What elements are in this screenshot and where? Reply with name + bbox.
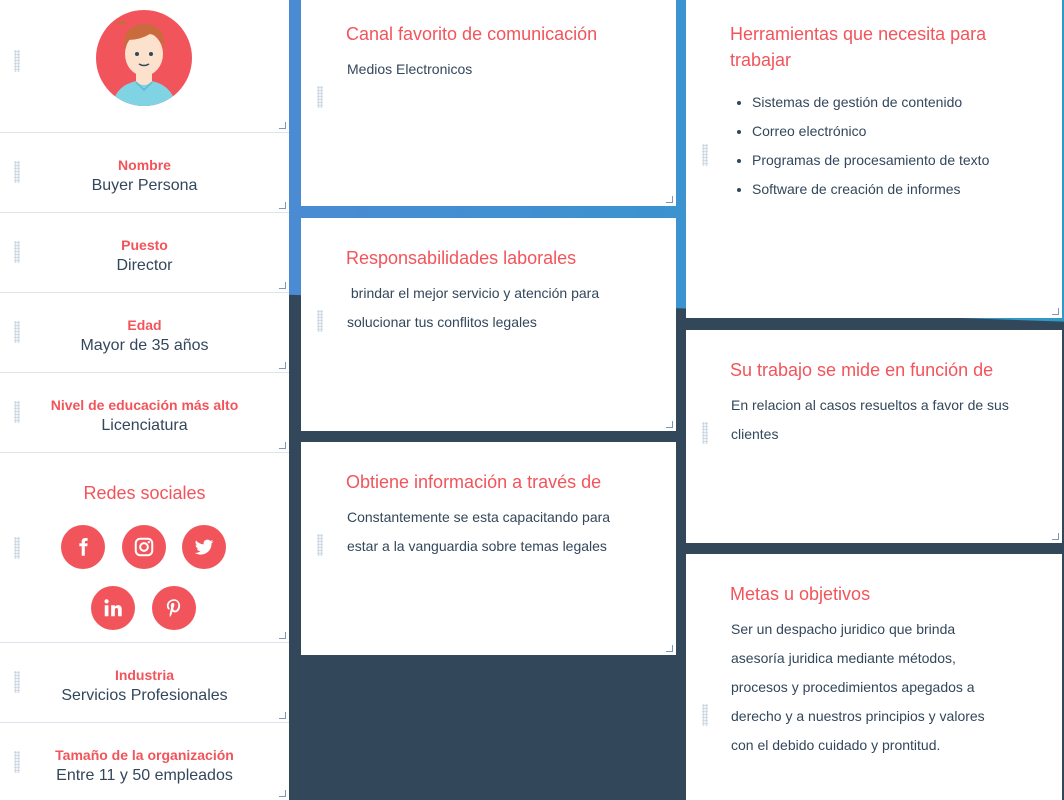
metas-text: Ser un despacho juridico que brinda ases… (731, 615, 985, 760)
edad-label: Edad (127, 317, 162, 333)
drag-handle[interactable] (317, 310, 323, 332)
instagram-icon[interactable] (122, 525, 166, 569)
herramientas-title-line: Herramientas que necesita para (730, 24, 987, 44)
persona-avatar-icon (112, 20, 176, 106)
metas-line: derecho y a nuestros principios y valore… (731, 708, 985, 724)
edad-module[interactable]: Edad Mayor de 35 años (0, 293, 289, 373)
nombre-label: Nombre (118, 157, 171, 173)
tamano-value: Entre 11 y 50 empleados (56, 767, 233, 784)
resize-handle-icon[interactable] (1052, 308, 1059, 315)
canal-text: Medios Electronicos (347, 61, 473, 77)
medicion-title: Su trabajo se mide en función de (730, 360, 994, 380)
profile-sidebar: Nombre Buyer Persona Puesto Director Eda… (0, 0, 289, 800)
industria-label: Industria (114, 667, 175, 683)
resize-handle-icon[interactable] (279, 790, 286, 797)
metas-line: asesoría juridica mediante métodos, (731, 650, 956, 666)
informacion-text: Constantemente se esta capacitando para … (347, 503, 610, 561)
medicion-card[interactable]: Su trabajo se mide en función de En rela… (686, 330, 1062, 543)
redes-sociales-title: Redes sociales (83, 483, 206, 503)
facebook-icon[interactable] (61, 525, 105, 569)
avatar-module[interactable] (0, 0, 289, 133)
responsabilidades-card[interactable]: Responsabilidades laborales brindar el m… (301, 218, 676, 431)
twitter-icon[interactable] (182, 525, 226, 569)
puesto-label: Puesto (121, 237, 168, 253)
educacion-value: Licenciatura (101, 417, 188, 434)
resize-handle-icon[interactable] (666, 421, 673, 428)
resize-handle-icon[interactable] (279, 282, 286, 289)
resize-handle-icon[interactable] (279, 122, 286, 129)
canal-card[interactable]: Canal favorito de comunicación Medios El… (301, 0, 676, 206)
resize-handle-icon[interactable] (666, 645, 673, 652)
informacion-title: Obtiene información a través de (346, 472, 602, 492)
medicion-text: En relacion al casos resueltos a favor d… (731, 391, 1009, 449)
edad-value: Mayor de 35 años (80, 337, 209, 354)
herramientas-list-item: Correo electrónico (752, 117, 989, 146)
herramientas-card[interactable]: Herramientas que necesita para trabajar … (686, 0, 1062, 318)
drag-handle[interactable] (702, 144, 708, 166)
nombre-module[interactable]: Nombre Buyer Persona (0, 133, 289, 213)
redes-sociales-module[interactable]: Redes sociales (0, 453, 289, 643)
resize-handle-icon[interactable] (279, 632, 286, 639)
responsabilidades-text: brindar el mejor servicio y atención par… (347, 279, 599, 337)
drag-handle[interactable] (317, 86, 323, 108)
puesto-value: Director (116, 257, 173, 274)
metas-line: procesos y procedimientos apegados a (731, 679, 975, 695)
pinterest-icon[interactable] (152, 586, 196, 630)
drag-handle[interactable] (14, 537, 20, 559)
herramientas-list-item: Sistemas de gestión de contenido (752, 88, 989, 117)
nombre-value: Buyer Persona (91, 177, 198, 194)
resize-handle-icon[interactable] (279, 712, 286, 719)
herramientas-list: Sistemas de gestión de contenido Correo … (732, 88, 989, 204)
responsabilidades-title: Responsabilidades laborales (346, 248, 577, 268)
puesto-module[interactable]: Puesto Director (0, 213, 289, 293)
resize-handle-icon[interactable] (279, 362, 286, 369)
resize-handle-icon[interactable] (279, 442, 286, 449)
resize-handle-icon[interactable] (279, 202, 286, 209)
tamano-module[interactable]: Tamaño de la organización Entre 11 y 50 … (0, 723, 289, 800)
informacion-line: Constantemente se esta capacitando para (347, 509, 611, 525)
educacion-module[interactable]: Nivel de educación más alto Licenciatura (0, 373, 289, 453)
medicion-line: clientes (731, 426, 779, 442)
responsabilidades-line: solucionar tus conflitos legales (347, 314, 537, 330)
metas-line: Ser un despacho juridico que brinda (731, 621, 956, 637)
resize-handle-icon[interactable] (666, 196, 673, 203)
metas-title: Metas u objetivos (730, 584, 871, 604)
drag-handle[interactable] (317, 534, 323, 556)
educacion-label: Nivel de educación más alto (50, 397, 239, 413)
herramientas-list-item: Software de creación de informes (752, 175, 989, 204)
informacion-line: estar a la vanguardia sobre temas legale… (347, 538, 607, 554)
drag-handle[interactable] (702, 704, 708, 726)
drag-handle[interactable] (702, 422, 708, 444)
linkedin-icon[interactable] (91, 586, 135, 630)
metas-line: con el debido cuidado y prontitud. (731, 737, 941, 753)
canal-title: Canal favorito de comunicación (346, 24, 598, 44)
metas-card[interactable]: Metas u objetivos Ser un despacho juridi… (686, 554, 1062, 800)
medicion-line: En relacion al casos resueltos a favor d… (731, 397, 1009, 413)
herramientas-list-item: Programas de procesamiento de texto (752, 146, 989, 175)
informacion-card[interactable]: Obtiene información a través de Constant… (301, 442, 676, 655)
drag-handle[interactable] (14, 50, 20, 72)
resize-handle-icon[interactable] (1052, 533, 1059, 540)
avatar (96, 10, 192, 106)
industria-module[interactable]: Industria Servicios Profesionales (0, 643, 289, 723)
herramientas-title-line: trabajar (730, 50, 792, 70)
responsabilidades-line: brindar el mejor servicio y atención par… (347, 285, 600, 301)
tamano-label: Tamaño de la organización (55, 747, 234, 763)
industria-value: Servicios Profesionales (61, 687, 228, 704)
herramientas-title: Herramientas que necesita para trabajar (730, 21, 986, 73)
